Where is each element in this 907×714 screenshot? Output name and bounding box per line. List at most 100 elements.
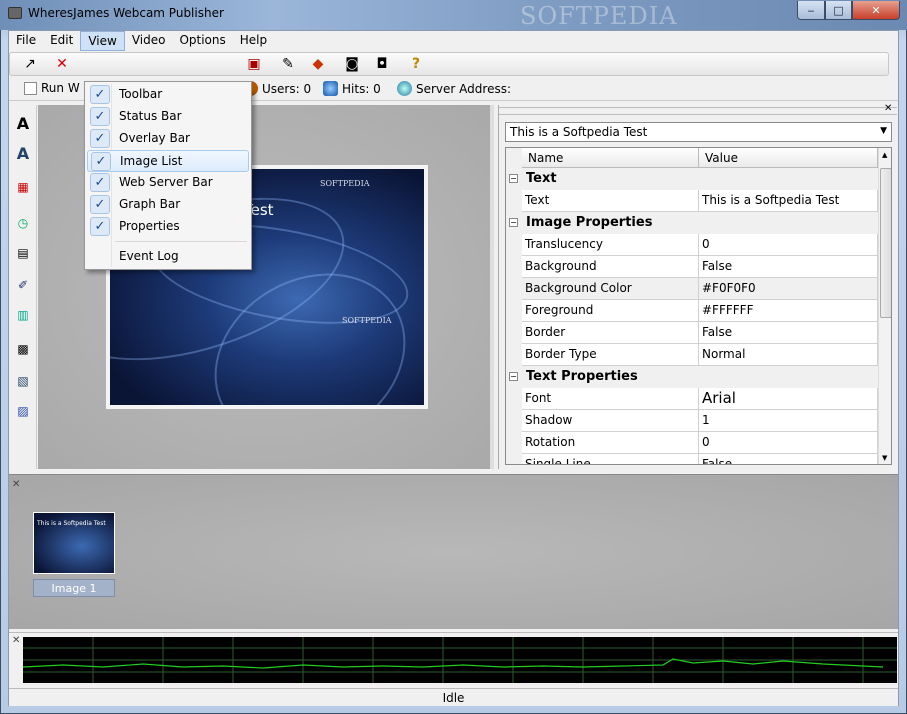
prop-name: Border Type [522,344,699,365]
prop-row-background-color[interactable]: Background Color #F0F0F0 [522,278,878,300]
prop-value[interactable]: Arial [699,388,878,409]
check-icon: ✓ [90,217,110,236]
collapse-icon[interactable]: − [509,218,518,227]
column-value[interactable]: Value [699,148,878,167]
menu-edit[interactable]: Edit [43,31,80,51]
menu-item-toolbar[interactable]: ✓ Toolbar [87,84,249,106]
check-icon: ✓ [90,85,110,104]
title-bar[interactable]: WheresJames Webcam Publisher SOFTPEDIA ‒… [0,0,907,30]
prop-value[interactable]: False [699,256,878,277]
minimize-button[interactable]: ‒ [797,1,825,20]
menu-options[interactable]: Options [172,31,232,51]
category-text: − Text [506,168,878,190]
prop-row-foreground[interactable]: Foreground #FFFFFF [522,300,878,322]
check-icon: ✓ [90,195,110,214]
column-name[interactable]: Name [522,148,699,167]
prop-row-translucency[interactable]: Translucency 0 [522,234,878,256]
prop-value[interactable]: Normal [699,344,878,365]
text-effect-icon[interactable]: A [13,143,33,163]
prop-row-single-line[interactable]: Single Line False [522,454,878,464]
category-label: Image Properties [526,215,653,230]
scroll-thumb[interactable] [880,168,891,318]
menu-help[interactable]: Help [233,31,274,51]
prop-row-font[interactable]: Font Arial [522,388,878,410]
check-icon: ✓ [90,107,110,126]
image-thumbnail[interactable]: This is a Softpedia Test [33,512,115,574]
server-address: Server Address: [397,81,511,96]
prop-value[interactable]: 0 [699,234,878,255]
image-list-close-icon[interactable]: ✕ [12,479,20,490]
text-tool-icon[interactable]: A [13,113,33,133]
prop-value[interactable]: #FFFFFF [699,300,878,321]
run-label: Run W [41,81,80,95]
bucket-icon[interactable]: ▥ [13,305,33,325]
prop-name: Single Line [522,454,699,464]
thumbnail-label[interactable]: Image 1 [33,579,115,597]
graph-bar: ✕ [9,632,898,688]
app-icon[interactable] [8,7,22,19]
menu-item-properties[interactable]: ✓ Properties [87,216,249,238]
menu-item-label: Overlay Bar [119,131,190,145]
wand-icon[interactable]: ✎ [278,55,298,73]
collapse-icon[interactable]: − [509,174,518,183]
camera-icon[interactable]: ◙ [342,55,362,73]
menu-item-overlay-bar[interactable]: ✓ Overlay Bar [87,128,249,150]
prop-value[interactable]: 0 [699,432,878,453]
properties-close-icon[interactable]: ✕ [884,103,892,114]
menu-item-status-bar[interactable]: ✓ Status Bar [87,106,249,128]
prop-row-shadow[interactable]: Shadow 1 [522,410,878,432]
category-label: Text [526,171,557,186]
color-block-icon[interactable]: ▦ [13,177,33,197]
menu-item-label: Event Log [119,249,179,263]
open-icon[interactable]: ↗ [20,55,40,73]
prop-value[interactable]: False [699,454,878,464]
menu-video[interactable]: Video [125,31,173,51]
menu-view[interactable]: View [80,31,125,51]
graph-close-icon[interactable]: ✕ [12,635,20,646]
menu-file[interactable]: File [9,31,43,51]
properties-scrollbar[interactable]: ▲ ▼ [878,148,891,464]
prop-value[interactable]: False [699,322,878,343]
clock-icon[interactable]: ◷ [13,213,33,233]
menu-item-graph-bar[interactable]: ✓ Graph Bar [87,194,249,216]
prop-value[interactable]: This is a Softpedia Test [699,190,878,211]
properties-panel: ✕ This is a Softpedia Test ▼ Name Value … [498,103,897,469]
scroll-down-icon[interactable]: ▼ [882,454,887,462]
menu-separator [115,241,247,242]
capture-icon[interactable]: ◘ [372,55,392,73]
checkbox-icon[interactable] [24,81,37,95]
category-label: Text Properties [526,369,638,384]
menu-item-image-list[interactable]: ✓ Image List [87,150,249,172]
prop-row-rotation[interactable]: Rotation 0 [522,432,878,454]
book-icon[interactable]: ▨ [13,401,33,421]
chevron-down-icon[interactable]: ▼ [880,126,887,136]
prop-value[interactable]: #F0F0F0 [699,278,878,299]
layers-icon[interactable]: ▧ [13,371,33,391]
menu-item-event-log[interactable]: Event Log [87,246,249,268]
hits-indicator: Hits: 0 [323,81,381,96]
draw-icon[interactable]: ✐ [13,275,33,295]
maximize-button[interactable]: □ [825,1,852,20]
save-icon[interactable]: ▣ [244,55,264,73]
scroll-up-icon[interactable]: ▲ [882,151,887,159]
shapes-icon[interactable]: ◆ [308,55,328,73]
prop-row-border-type[interactable]: Border Type Normal [522,344,878,366]
delete-icon[interactable]: ✕ [52,55,72,73]
check-icon: ✓ [90,173,110,192]
prop-row-border[interactable]: Border False [522,322,878,344]
table-icon[interactable]: ▤ [13,243,33,263]
globe-icon [397,81,412,96]
overlay-select[interactable]: This is a Softpedia Test ▼ [505,122,892,142]
prop-value[interactable]: 1 [699,410,878,431]
properties-grip[interactable] [499,107,897,115]
hits-count: Hits: 0 [342,81,381,96]
prop-row-background[interactable]: Background False [522,256,878,278]
help-icon[interactable]: ? [406,55,426,73]
prop-row-text[interactable]: Text This is a Softpedia Test [522,190,878,212]
close-button[interactable]: ✕ [852,1,900,20]
collapse-icon[interactable]: − [509,372,518,381]
menu-item-web-server-bar[interactable]: ✓ Web Server Bar [87,172,249,194]
run-checkbox[interactable]: Run W [24,81,80,95]
prop-name: Background Color [522,278,699,299]
film-icon[interactable]: ▩ [13,339,33,359]
